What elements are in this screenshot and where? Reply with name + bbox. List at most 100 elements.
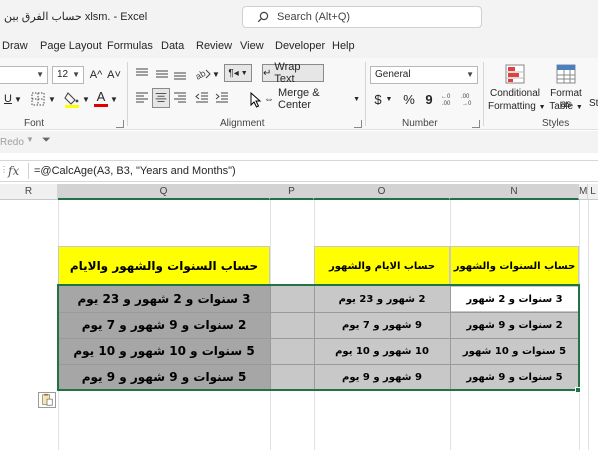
gridline <box>588 200 589 450</box>
conditional-formatting-icon <box>505 64 525 84</box>
column-header-q[interactable]: Q <box>58 184 270 200</box>
styles-group-label: Styles <box>542 118 570 129</box>
column-header-o[interactable]: O <box>314 184 450 200</box>
orientation-icon[interactable]: ab <box>194 66 212 82</box>
paste-options-icon[interactable] <box>38 392 56 408</box>
chevron-down-icon: ▼ <box>36 70 44 79</box>
number-group-label: Number <box>402 118 438 129</box>
chevron-down-icon[interactable]: ▼ <box>82 90 90 108</box>
chevron-down-icon[interactable]: ▼ <box>110 90 118 108</box>
header-cell-o[interactable]: حساب الايام والشهور <box>314 246 450 286</box>
tab-draw[interactable]: Draw <box>2 40 28 52</box>
window-title: حساب الفرق بين xlsm. - Excel <box>4 11 148 23</box>
number-format-dropdown[interactable]: General ▼ <box>370 66 478 84</box>
alignment-group-label: Alignment <box>220 118 265 129</box>
tab-help[interactable]: Help <box>332 40 355 52</box>
chevron-down-icon: ▼ <box>72 70 80 79</box>
search-placeholder: Search (Alt+Q) <box>277 11 351 23</box>
rtl-direction-button[interactable]: ¶◂ ▼ <box>224 64 252 82</box>
chevron-down-icon[interactable]: ▼ <box>14 90 22 108</box>
increase-decimal-icon[interactable]: ←0 .00 <box>440 91 458 107</box>
number-dialog-launcher-icon[interactable] <box>472 120 480 128</box>
font-color-button[interactable]: A <box>94 88 108 104</box>
header-cell-n[interactable]: حساب السنوات والشهور <box>450 246 579 286</box>
tab-developer[interactable]: Developer <box>275 40 325 52</box>
tab-formulas[interactable]: Formulas <box>107 40 153 52</box>
format-as-table-button[interactable]: Format as Table ▼ <box>544 62 588 116</box>
decrease-indent-icon[interactable] <box>194 90 210 106</box>
align-right-icon[interactable] <box>172 90 188 106</box>
formula-bar-grip-icon: ⋮ <box>0 165 8 174</box>
chevron-down-icon[interactable]: ▼ <box>385 90 393 108</box>
group-separator <box>127 62 128 126</box>
wrap-text-button[interactable]: ↵ Wrap Text <box>262 61 324 85</box>
svg-text:←0: ←0 <box>441 94 451 100</box>
tab-data[interactable]: Data <box>161 40 184 52</box>
wrap-text-icon: ↵ <box>263 67 272 79</box>
formula-bar: ⋮ fx =@CalcAge(A3, B3, "Years and Months… <box>0 160 598 182</box>
alignment-dialog-launcher-icon[interactable] <box>354 120 362 128</box>
tab-review[interactable]: Review <box>196 40 232 52</box>
comma-style-button[interactable]: 9 <box>422 90 436 108</box>
formula-input[interactable]: =@CalcAge(A3, B3, "Years and Months") <box>34 165 236 177</box>
align-left-icon[interactable] <box>134 90 150 106</box>
chevron-down-icon: ▼ <box>240 69 248 77</box>
column-headers: R Q P O N M L <box>0 184 598 200</box>
svg-text:.00: .00 <box>442 101 451 107</box>
fill-handle[interactable] <box>575 387 581 393</box>
grow-font-button[interactable]: A^ <box>88 66 104 84</box>
tab-view[interactable]: View <box>240 40 264 52</box>
format-as-table-icon <box>556 64 576 84</box>
currency-button[interactable]: $ <box>372 90 384 108</box>
insert-function-icon[interactable]: fx <box>8 164 19 178</box>
header-cell-q[interactable]: حساب السنوات والشهور والايام <box>58 246 270 286</box>
selection-range-border <box>57 284 580 391</box>
chevron-down-icon[interactable]: ▼ <box>48 90 56 108</box>
mouse-cursor-icon <box>250 92 262 108</box>
font-dialog-launcher-icon[interactable] <box>116 120 124 128</box>
column-header-r[interactable]: R <box>0 184 58 200</box>
increase-indent-icon[interactable] <box>214 90 230 106</box>
align-center-icon[interactable] <box>152 88 170 108</box>
chevron-down-icon[interactable]: ▼ <box>212 66 220 82</box>
decrease-decimal-icon[interactable]: .00 →0 <box>460 91 478 107</box>
underline-button[interactable]: U <box>2 90 14 108</box>
title-bar: حساب الفرق بين xlsm. - Excel Search (Alt… <box>0 0 598 34</box>
borders-icon[interactable] <box>30 91 46 107</box>
format-as-table-label-2: Table ▼ <box>549 101 583 112</box>
redo-button[interactable]: Redo <box>0 137 24 148</box>
ribbon-tabs: Draw Page Layout Formulas Data Review Vi… <box>0 34 598 58</box>
font-color-swatch <box>94 104 108 107</box>
tab-page-layout[interactable]: Page Layout <box>40 40 102 52</box>
formula-bar-divider <box>28 163 29 179</box>
percent-button[interactable]: % <box>400 90 418 108</box>
svg-text:.00: .00 <box>461 94 470 100</box>
svg-text:ab: ab <box>194 68 207 82</box>
column-header-l[interactable]: L <box>588 184 598 200</box>
conditional-formatting-label-1: Conditional <box>489 88 541 99</box>
font-name-dropdown[interactable]: ▼ <box>0 66 48 84</box>
merge-center-button[interactable]: ⇔ Merge & Center ▼ <box>264 87 360 111</box>
fill-color-icon[interactable] <box>64 90 80 108</box>
font-size-dropdown[interactable]: 12 ▼ <box>52 66 84 84</box>
cell-styles-label[interactable]: Sty <box>589 98 598 109</box>
search-box[interactable]: Search (Alt+Q) <box>242 6 482 28</box>
svg-text:→0: →0 <box>462 101 472 107</box>
conditional-formatting-button[interactable]: Conditional Formatting ▼ <box>488 62 546 116</box>
shrink-font-button[interactable]: A˅ <box>106 66 122 84</box>
align-top-icon[interactable] <box>134 66 150 82</box>
align-middle-icon[interactable] <box>154 66 170 82</box>
group-separator <box>483 62 484 126</box>
customize-toolbar-icon[interactable]: ⏷ <box>42 134 51 147</box>
align-bottom-icon[interactable] <box>172 66 188 82</box>
merge-center-label: Merge & Center <box>278 87 320 111</box>
chevron-down-icon: ▼ <box>466 70 474 79</box>
worksheet-grid[interactable]: حساب السنوات والشهور والايام حساب الايام… <box>0 200 598 450</box>
column-header-p[interactable]: P <box>270 184 314 200</box>
column-header-m[interactable]: M <box>579 184 588 200</box>
chevron-down-icon[interactable]: ▼ <box>26 135 34 144</box>
column-header-n[interactable]: N <box>450 184 579 200</box>
number-format-value: General <box>375 69 411 80</box>
font-group-label: Font <box>24 118 45 129</box>
wrap-text-label: Wrap Text <box>274 61 301 85</box>
